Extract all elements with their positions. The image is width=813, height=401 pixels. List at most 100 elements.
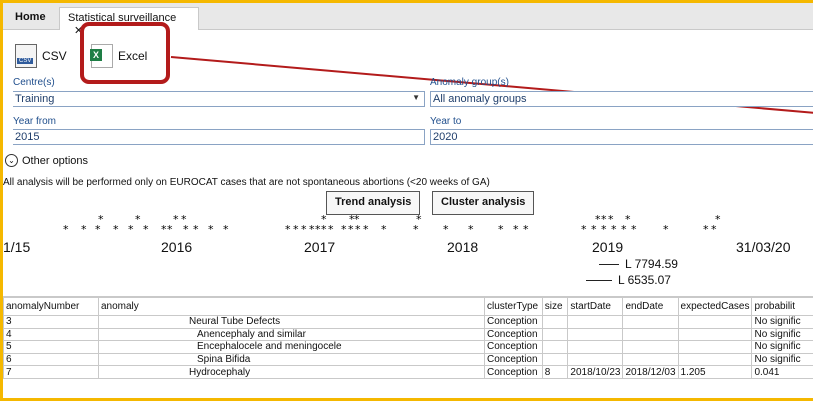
table-row[interactable]: 3 Neural Tube Defects Conception No sign…	[3, 315, 813, 329]
highlight-box	[80, 22, 170, 84]
table-cell: 2018/10/23	[567, 365, 624, 379]
cluster-marker: *	[208, 223, 214, 236]
cluster-marker: *	[135, 213, 141, 226]
table-cell: 4	[3, 327, 99, 342]
table-cell: 1.205	[677, 365, 753, 379]
year-from-input[interactable]: 2015	[13, 129, 425, 145]
cluster-marker: *	[523, 223, 529, 236]
timeline-tick: 1/15	[3, 239, 31, 255]
table-cell	[541, 352, 569, 367]
column-header[interactable]: startDate	[567, 297, 624, 316]
timeline-tick: 2018	[447, 239, 479, 255]
table-cell	[677, 340, 753, 354]
timeline-tick: 2019	[592, 239, 624, 255]
table-cell: Hydrocephaly	[97, 365, 485, 379]
table-cell: Conception	[483, 315, 543, 329]
table-row[interactable]: 6 Spina Bifida Conception No signific	[3, 352, 813, 367]
cluster-timeline-markers: * * * * * * * * * * * * ** * * * * * * * * * * * * * * * * * * * * * * * * * *…	[63, 213, 721, 236]
table-cell: Conception	[483, 365, 543, 379]
csv-export-button[interactable]: CSV CSV	[15, 43, 67, 69]
cluster-marker: *	[193, 223, 199, 236]
cluster-marker: *	[167, 223, 173, 236]
table-cell: No signific	[751, 327, 813, 342]
column-header[interactable]: clusterType	[483, 297, 543, 316]
anomaly-group-value: All anomaly groups	[433, 93, 527, 105]
cluster-marker: *	[601, 223, 607, 236]
year-to-value: 2020	[433, 131, 458, 143]
other-options-toggle[interactable]: ⌄ Other options	[5, 154, 88, 167]
year-from-label: Year from	[13, 116, 56, 127]
table-cell: 0.041	[751, 365, 813, 379]
table-header-row: anomalyNumber anomaly clusterType size s…	[3, 297, 813, 316]
legend-entry: L 6535.07	[586, 273, 671, 287]
cluster-marker: *	[663, 223, 669, 236]
table-row[interactable]: 4 Anencephaly and similar Conception No …	[3, 327, 813, 342]
table-cell	[622, 340, 679, 354]
cluster-marker: *	[95, 223, 101, 236]
cluster-marker: *	[143, 223, 149, 236]
table-row[interactable]: 7 Hydrocephaly Conception 8 2018/10/23 2…	[3, 365, 813, 379]
cluster-marker: *	[581, 223, 587, 236]
cluster-marker: *	[513, 223, 519, 236]
table-cell	[677, 352, 753, 367]
column-header[interactable]: probabilit	[751, 297, 813, 316]
table-cell	[677, 327, 753, 342]
cluster-marker: *	[301, 223, 307, 236]
csv-file-icon: CSV	[15, 44, 37, 68]
legend-entry: L 7794.59	[599, 257, 678, 271]
table-cell: Conception	[483, 327, 543, 342]
table-cell: Anencephaly and similar	[97, 327, 485, 342]
cluster-marker: *	[363, 223, 369, 236]
cluster-marker: *	[293, 223, 299, 236]
cluster-marker: *	[341, 223, 347, 236]
table-cell	[567, 352, 624, 367]
table-cell	[567, 315, 624, 329]
table-cell	[567, 340, 624, 354]
timeline-tick: 2017	[304, 239, 336, 255]
cluster-marker: *	[611, 223, 617, 236]
table-cell: 5	[3, 340, 99, 354]
table-cell: No signific	[751, 315, 813, 329]
table-cell: 2018/12/03	[622, 365, 679, 379]
cluster-marker: *	[711, 223, 717, 236]
table-cell	[567, 327, 624, 342]
table-cell: Neural Tube Defects	[97, 315, 485, 329]
cluster-marker: *	[443, 223, 449, 236]
table-cell: Conception	[483, 340, 543, 354]
column-header[interactable]: anomaly	[97, 297, 485, 316]
csv-label: CSV	[42, 49, 67, 63]
chevron-down-icon: ▼	[412, 93, 420, 102]
cluster-marker: *	[468, 223, 474, 236]
table-cell: No signific	[751, 352, 813, 367]
column-header[interactable]: size	[541, 297, 569, 316]
timeline-tick: 31/03/20	[736, 239, 791, 255]
cluster-marker: *	[381, 223, 387, 236]
table-cell	[622, 352, 679, 367]
table-cell	[541, 327, 569, 342]
table-cell: 8	[541, 365, 569, 379]
column-header[interactable]: anomalyNumber	[3, 297, 99, 316]
table-cell	[677, 315, 753, 329]
cluster-marker: *	[81, 223, 87, 236]
centres-select[interactable]: Training ▼	[13, 91, 425, 107]
other-options-label: Other options	[22, 154, 89, 167]
table-cell	[622, 327, 679, 342]
table-cell: 7	[3, 365, 99, 379]
cluster-marker: *	[321, 223, 327, 236]
legend-line-icon	[586, 279, 612, 281]
year-to-label: Year to	[430, 116, 462, 127]
timeline-tick: 2016	[161, 239, 193, 255]
cluster-marker: *	[355, 223, 361, 236]
tab-home[interactable]: Home	[7, 7, 54, 30]
year-to-input[interactable]: 2020	[430, 129, 813, 145]
anomaly-group-select[interactable]: All anomaly groups	[430, 91, 813, 107]
results-table: anomalyNumber anomaly clusterType size s…	[3, 296, 813, 398]
cluster-marker: *	[413, 223, 419, 236]
cluster-marker: *	[703, 223, 709, 236]
table-cell: 3	[3, 315, 99, 329]
cluster-marker: *	[183, 223, 189, 236]
table-cell: 6	[3, 352, 99, 367]
column-header[interactable]: endDate	[622, 297, 679, 316]
column-header[interactable]: expectedCases	[677, 297, 753, 316]
table-row[interactable]: 5 Encephalocele and meningocele Concepti…	[3, 340, 813, 354]
